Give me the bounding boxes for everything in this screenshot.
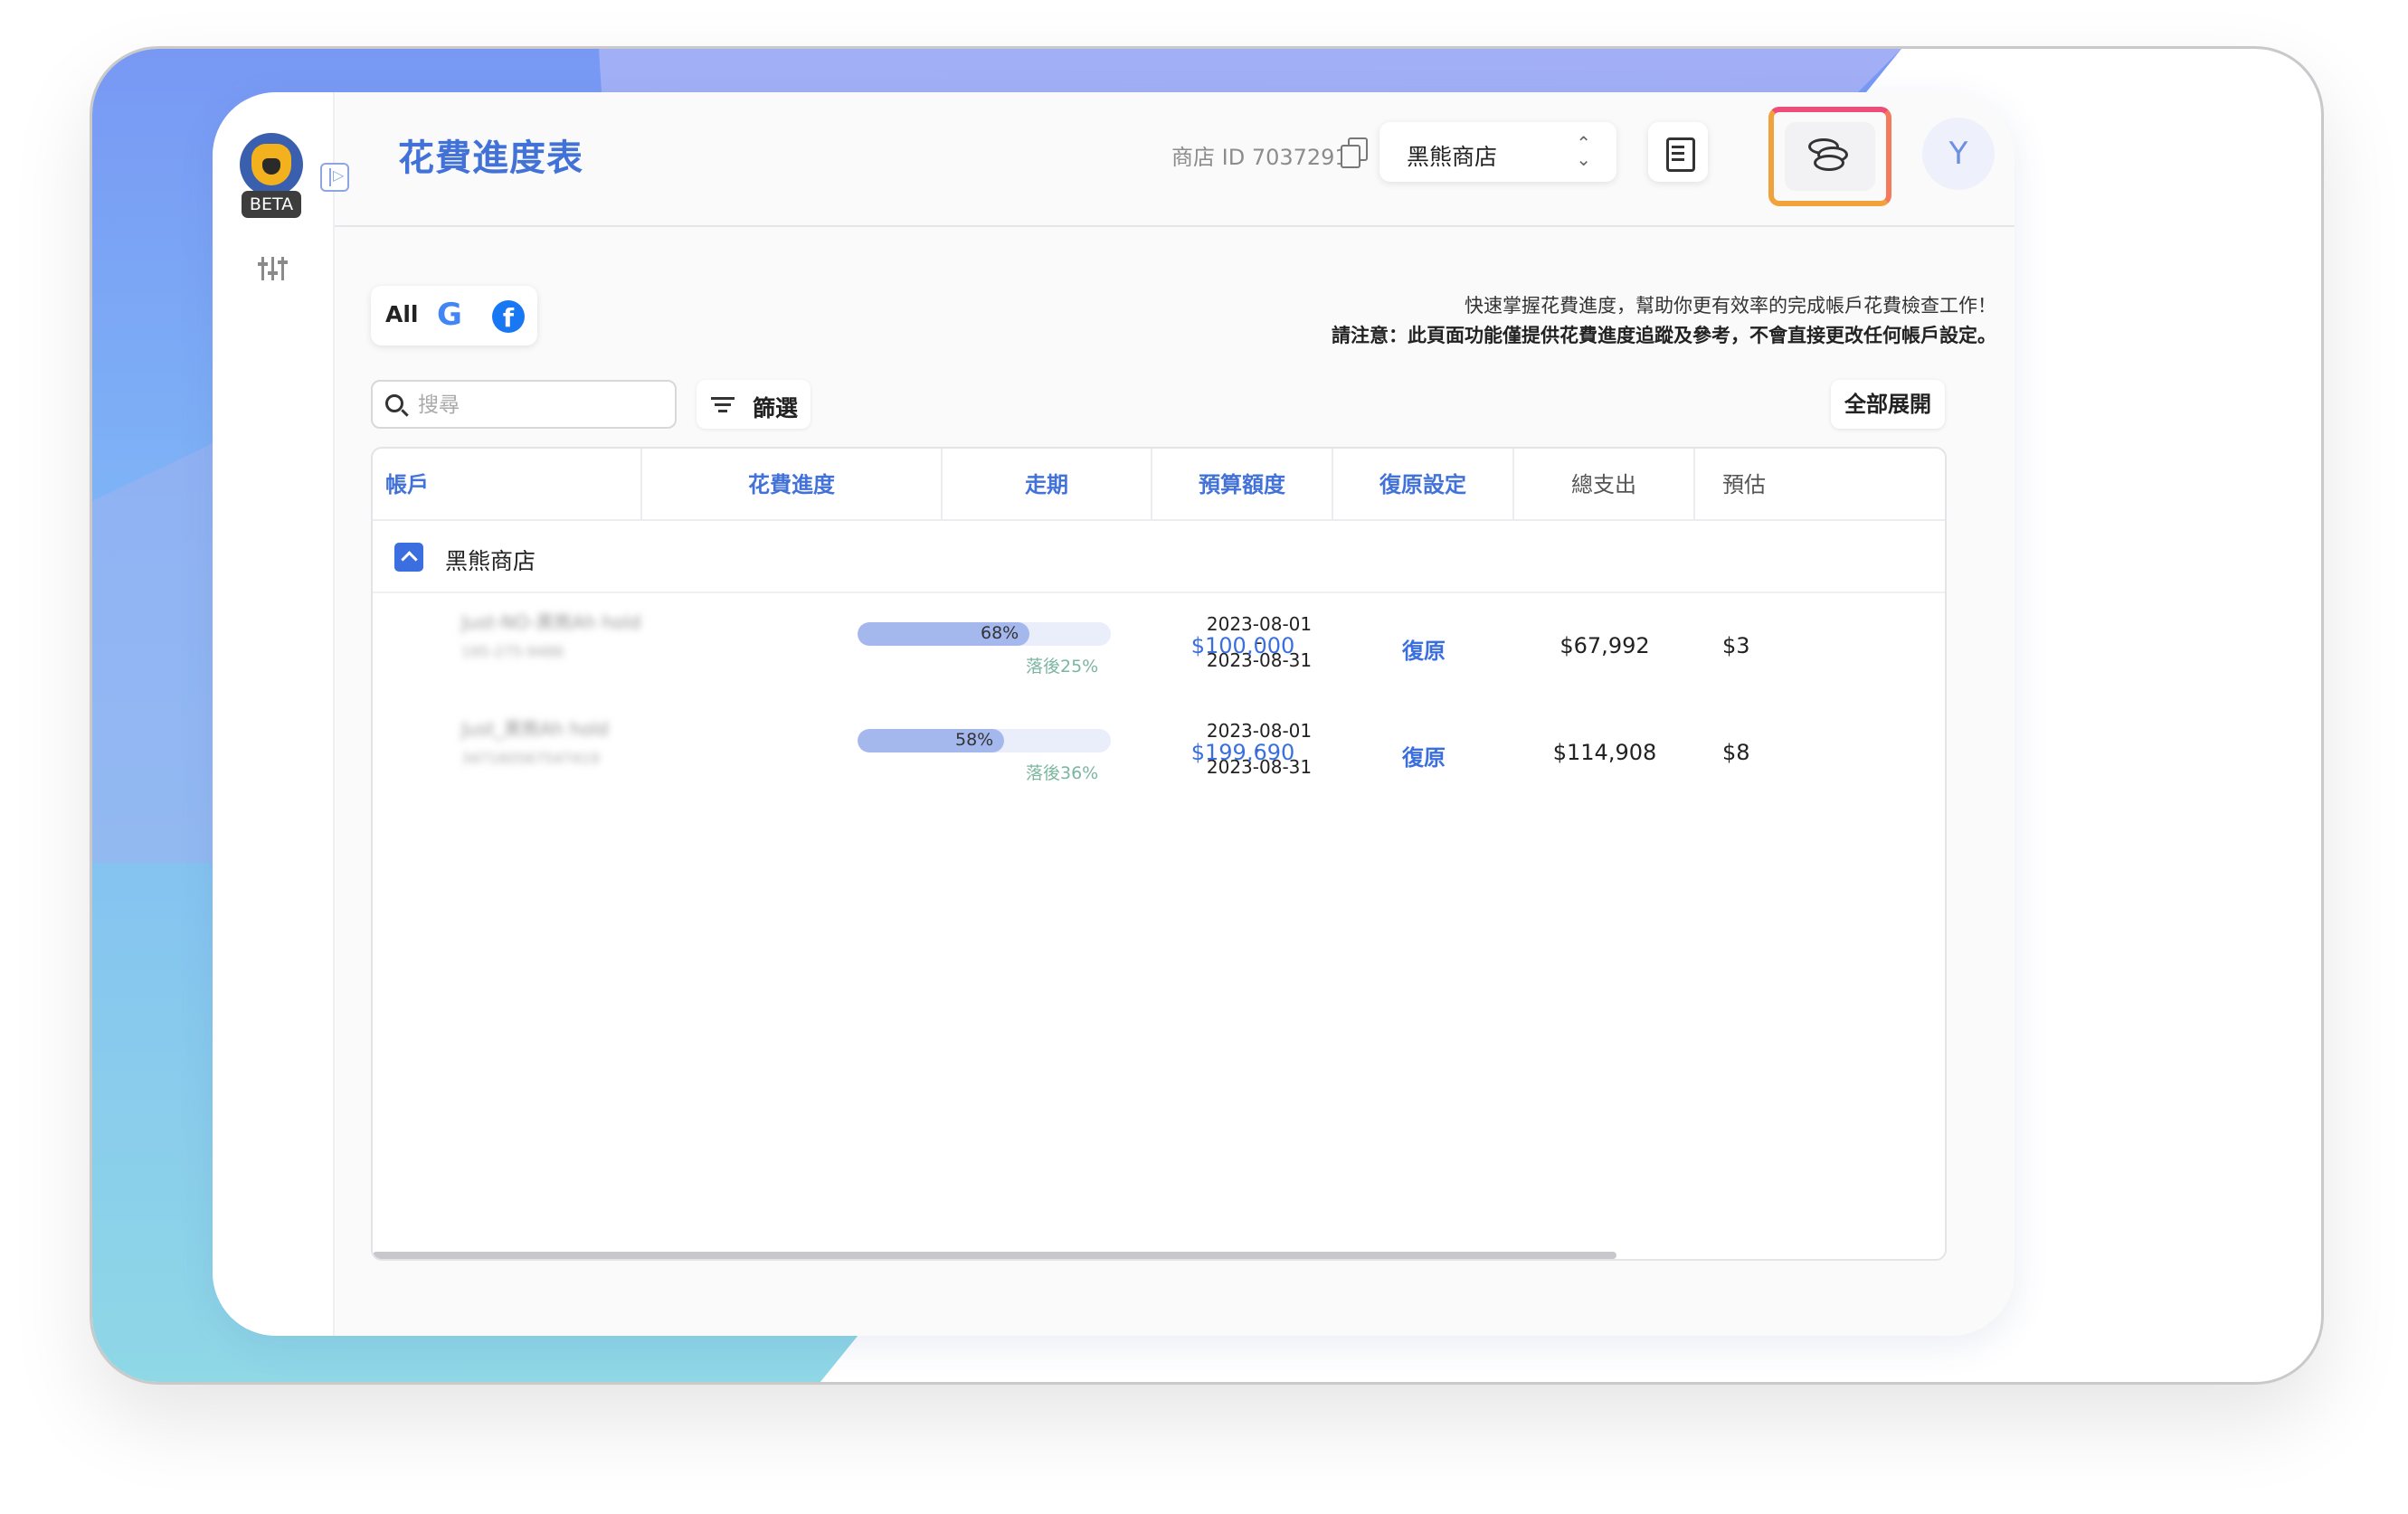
period-start: 2023-08-01	[1206, 720, 1313, 742]
page-title: 花費進度表	[398, 137, 583, 179]
total-spend-value: $114,908	[1552, 740, 1657, 765]
header-period[interactable]: 走期	[943, 449, 1152, 521]
coins-button[interactable]	[1785, 122, 1875, 191]
filter-button[interactable]: 篩選	[697, 380, 811, 429]
header-total-spend[interactable]: 總支出	[1514, 449, 1695, 521]
budget-value[interactable]: $199,690	[1152, 740, 1333, 765]
header-estimate[interactable]: 預估	[1695, 449, 1945, 521]
account-name: Just-NO-黑熊Ah hold	[461, 611, 641, 633]
restore-link[interactable]: 復原	[1333, 633, 1514, 665]
filter-label: 篩選	[753, 395, 799, 421]
header-progress[interactable]: 花費進度	[642, 449, 943, 521]
header-account[interactable]: 帳戶	[373, 449, 642, 521]
progress-bar: 58%	[858, 729, 1111, 752]
info-text: 快速掌握花費進度，幫助你更有效率的完成帳戶花費檢查工作！	[1465, 295, 1996, 317]
chevron-updown-icon: ⌃ ⌄	[1576, 132, 1591, 170]
expand-all-button[interactable]: 全部展開	[1831, 380, 1945, 429]
header-divider	[335, 225, 2015, 227]
period-start: 2023-08-01	[1206, 613, 1313, 635]
search-icon	[385, 394, 403, 412]
sidebar-collapse-icon[interactable]	[320, 163, 349, 192]
avatar[interactable]: Y	[1922, 118, 1995, 190]
progress-bar: 68%	[858, 622, 1111, 646]
store-select-value: 黑熊商店	[1407, 144, 1498, 170]
store-id-label: 商店 ID 70372918	[1171, 145, 1362, 170]
horizontal-scrollbar[interactable]	[373, 1252, 1616, 1259]
behind-label: 落後36%	[1026, 763, 1099, 783]
spend-table: 帳戶 花費進度 走期 預算額度 復原設定 總支出 預估 黑熊商店 Just-NO…	[371, 447, 1947, 1261]
notice-text: 請注意：此頁面功能僅提供花費進度追蹤及參考，不會直接更改任何帳戶設定。	[1332, 325, 1996, 346]
group-name: 黑熊商店	[445, 548, 536, 574]
account-cell[interactable]: Just_黑熊Ah hold 347160567547419	[461, 714, 609, 767]
facebook-icon[interactable]: f	[492, 300, 525, 333]
copy-icon[interactable]	[1341, 137, 1368, 168]
estimate-value: $3	[1722, 633, 1750, 658]
header-budget[interactable]: 預算額度	[1152, 449, 1333, 521]
main-content: 花費進度表 商店 ID 70372918 黑熊商店 ⌃ ⌄ Y All G f 快…	[335, 92, 2015, 1336]
search-box	[371, 380, 677, 429]
platform-filter: All G f	[371, 286, 537, 345]
filter-icon	[711, 397, 735, 412]
progress-label: 58%	[955, 730, 994, 750]
group-row: 黑熊商店	[373, 521, 1945, 593]
estimate-value: $8	[1722, 740, 1750, 765]
platform-all-tab[interactable]: All	[385, 301, 419, 327]
account-id: 195-275-9486	[461, 643, 564, 660]
progress-label: 68%	[981, 623, 1019, 643]
beta-badge: BETA	[242, 191, 301, 218]
notes-button[interactable]	[1648, 122, 1708, 182]
header-restore[interactable]: 復原設定	[1333, 449, 1514, 521]
settings-sliders-icon[interactable]	[258, 255, 289, 282]
table-header: 帳戶 花費進度 走期 預算額度 復原設定 總支出 預估	[373, 449, 1945, 521]
google-icon[interactable]: G	[437, 298, 462, 332]
search-input[interactable]	[418, 389, 662, 421]
account-name: Just_黑熊Ah hold	[461, 718, 609, 740]
app-window: BETA 花費進度表 商店 ID 70372918 黑熊商店 ⌃⌄ Y All …	[213, 92, 2015, 1336]
account-id: 347160567547419	[461, 750, 600, 767]
behind-label: 落後25%	[1026, 657, 1099, 677]
restore-link[interactable]: 復原	[1333, 740, 1514, 771]
bear-logo-icon[interactable]	[240, 133, 303, 196]
table-row: Just-NO-黑熊Ah hold 195-275-9486 68% 落後25%…	[373, 595, 1945, 702]
account-cell[interactable]: Just-NO-黑熊Ah hold 195-275-9486	[461, 608, 640, 660]
collapse-group-icon[interactable]	[394, 543, 423, 572]
sidebar: BETA	[213, 92, 335, 1336]
total-spend-value: $67,992	[1560, 633, 1650, 658]
store-select[interactable]: 黑熊商店 ⌃ ⌄	[1379, 122, 1616, 182]
table-row: Just_黑熊Ah hold 347160567547419 58% 落後36%…	[373, 702, 1945, 809]
coins-icon	[1808, 137, 1852, 173]
budget-value[interactable]: $100,000	[1152, 633, 1333, 658]
